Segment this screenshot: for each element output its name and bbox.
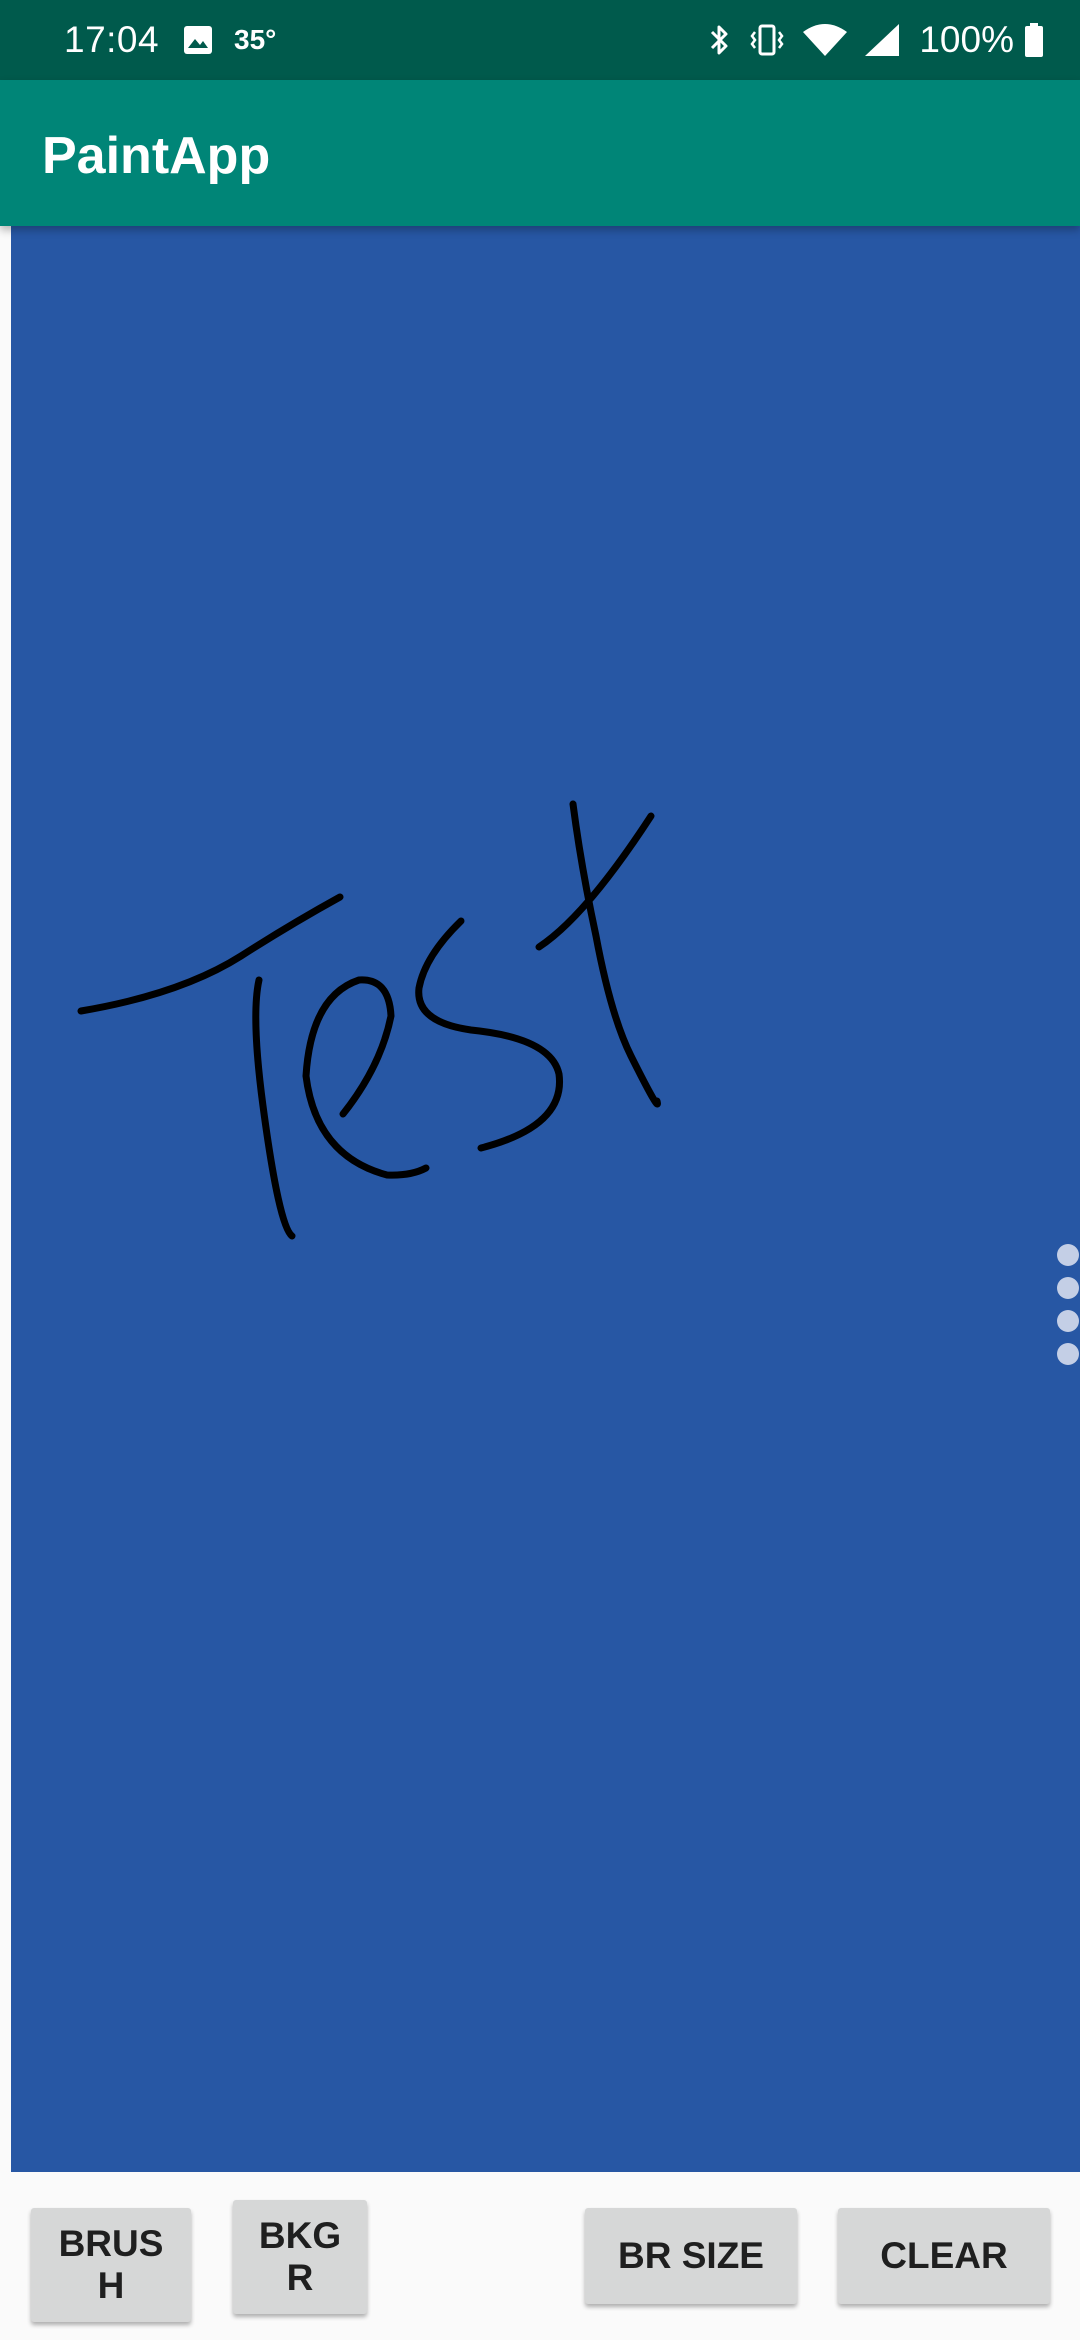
stroke-t-stem: [252, 976, 296, 1240]
background-button-label: BKGR: [258, 2215, 342, 2298]
signal-icon: [865, 24, 900, 56]
page-dot: [1057, 1277, 1079, 1299]
brush-button-label: BRUSH: [58, 2223, 164, 2306]
battery-percentage: 100%: [919, 19, 1014, 60]
stroke-t-bar: [77, 893, 344, 1015]
bottom-toolbar: BRUSH BKGR BR SIZE CLEAR: [0, 2172, 1080, 2340]
status-icons: 100%: [707, 16, 1044, 64]
vibrate-icon: [750, 24, 784, 56]
brush-size-button-label: BR SIZE: [618, 2235, 764, 2276]
stroke-s: [415, 917, 564, 1152]
page-dot: [1057, 1343, 1079, 1365]
app-bar: PaintApp: [0, 80, 1080, 226]
wifi-icon: [803, 24, 848, 56]
status-bar: 17:04 35° 100%: [0, 0, 1080, 80]
page-indicator: [1057, 1244, 1080, 1376]
clear-button[interactable]: CLEAR: [838, 2208, 1050, 2304]
screen: 17:04 35° 100% PaintApp BRUSH BKGR BR SI…: [0, 0, 1080, 2340]
app-title: PaintApp: [42, 127, 271, 185]
background-button[interactable]: BKGR: [233, 2200, 367, 2314]
photo-icon: [184, 26, 212, 54]
brush-button[interactable]: BRUSH: [31, 2208, 191, 2322]
page-dot: [1057, 1244, 1079, 1266]
page-dot: [1057, 1310, 1079, 1332]
bluetooth-icon: [711, 25, 728, 55]
status-temperature: 35°: [234, 24, 277, 55]
drawing-canvas[interactable]: [11, 226, 1080, 2172]
canvas-strokes: [77, 800, 661, 1240]
stroke-e: [302, 976, 430, 1179]
battery-icon: [1025, 23, 1043, 57]
stroke-t2-stem: [569, 800, 661, 1108]
status-time: 17:04: [64, 19, 160, 60]
clear-button-label: CLEAR: [880, 2235, 1008, 2276]
brush-size-button[interactable]: BR SIZE: [585, 2208, 797, 2304]
